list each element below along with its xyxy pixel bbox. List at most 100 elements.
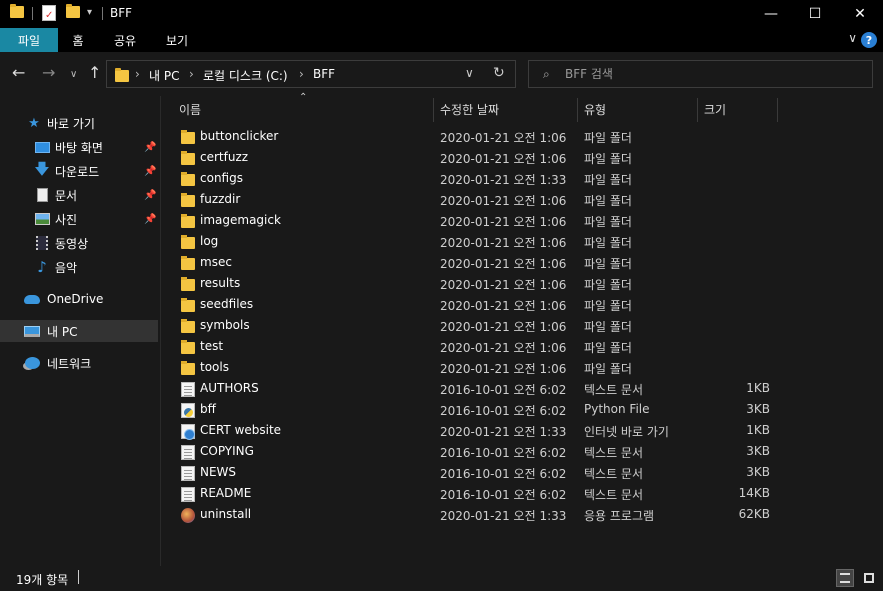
breadcrumb-chevron-icon[interactable]: › <box>299 67 304 81</box>
file-modified: 2020-01-21 오전 1:06 <box>440 278 567 292</box>
file-modified: 2020-01-21 오전 1:33 <box>440 509 567 523</box>
tab-home[interactable]: 홈 <box>62 28 94 52</box>
folder-icon <box>181 361 195 375</box>
column-header-type[interactable]: 유형 <box>584 96 694 122</box>
table-row[interactable]: uninstall 2020-01-21 오전 1:33 응용 프로그램 62KB <box>161 505 883 526</box>
table-row[interactable]: test 2020-01-21 오전 1:06 파일 폴더 <box>161 337 883 358</box>
table-row[interactable]: fuzzdir 2020-01-21 오전 1:06 파일 폴더 <box>161 190 883 211</box>
column-divider[interactable] <box>777 98 778 122</box>
table-row[interactable]: seedfiles 2020-01-21 오전 1:06 파일 폴더 <box>161 295 883 316</box>
column-divider[interactable] <box>577 98 578 122</box>
large-icons-view-button[interactable] <box>860 569 878 587</box>
recent-locations-chevron-icon[interactable]: ∨ <box>70 66 77 84</box>
file-size: 3KB <box>746 444 770 458</box>
table-row[interactable]: results 2020-01-21 오전 1:06 파일 폴더 <box>161 274 883 295</box>
table-row[interactable]: certfuzz 2020-01-21 오전 1:06 파일 폴더 <box>161 148 883 169</box>
breadcrumb-chevron-icon[interactable]: › <box>189 67 194 81</box>
table-row[interactable]: AUTHORS 2016-10-01 오전 6:02 텍스트 문서 1KB <box>161 379 883 400</box>
details-view-button[interactable] <box>836 569 854 587</box>
table-row[interactable]: bff 2016-10-01 오전 6:02 Python File 3KB <box>161 400 883 421</box>
folder-icon <box>181 298 195 312</box>
file-modified: 2020-01-21 오전 1:33 <box>440 173 567 187</box>
file-type: 파일 폴더 <box>584 278 632 292</box>
expand-ribbon-chevron-icon[interactable]: ∨ <box>848 31 857 45</box>
ribbon-tabs: 파일 홈 공유 보기 ∨ ? <box>0 28 883 52</box>
back-arrow-icon[interactable]: ← <box>12 64 25 82</box>
forward-arrow-icon[interactable]: → <box>42 64 55 82</box>
table-row[interactable]: symbols 2020-01-21 오전 1:06 파일 폴더 <box>161 316 883 337</box>
maximize-button[interactable]: ☐ <box>792 0 838 28</box>
file-name: fuzzdir <box>200 192 241 206</box>
pin-icon[interactable]: 📌 <box>144 142 156 153</box>
help-icon[interactable]: ? <box>861 32 877 48</box>
close-button[interactable]: ✕ <box>837 0 883 28</box>
breadcrumb-chevron-icon[interactable]: › <box>135 67 140 81</box>
column-header-modified[interactable]: 수정한 날짜 <box>440 96 580 122</box>
sidebar-item-label: 동영상 <box>55 236 89 251</box>
folder-icon[interactable] <box>10 4 24 18</box>
navigation-pane: ★ 바로 가기 바탕 화면 📌 🡇 다운로드 📌 문서 📌 사진 📌 동영상 ♪… <box>0 96 160 566</box>
table-row[interactable]: NEWS 2016-10-01 오전 6:02 텍스트 문서 3KB <box>161 463 883 484</box>
download-icon: 🡇 <box>34 159 50 178</box>
table-row[interactable]: buttonclicker 2020-01-21 오전 1:06 파일 폴더 <box>161 127 883 148</box>
text-document-icon <box>181 466 195 481</box>
table-row[interactable]: tools 2020-01-21 오전 1:06 파일 폴더 <box>161 358 883 379</box>
table-row[interactable]: README 2016-10-01 오전 6:02 텍스트 문서 14KB <box>161 484 883 505</box>
properties-icon[interactable]: ✓ <box>42 5 56 21</box>
computer-icon <box>24 323 40 339</box>
file-size: 1KB <box>746 423 770 437</box>
pin-icon[interactable]: 📌 <box>144 214 156 225</box>
sidebar-item-this-pc[interactable]: 내 PC <box>0 320 158 342</box>
file-name: results <box>200 276 241 290</box>
pin-icon[interactable]: 📌 <box>144 190 156 201</box>
table-row[interactable]: configs 2020-01-21 오전 1:33 파일 폴더 <box>161 169 883 190</box>
table-row[interactable]: imagemagick 2020-01-21 오전 1:06 파일 폴더 <box>161 211 883 232</box>
table-row[interactable]: log 2020-01-21 오전 1:06 파일 폴더 <box>161 232 883 253</box>
sidebar-item-pictures[interactable]: 사진 📌 <box>0 208 158 230</box>
table-row[interactable]: CERT website 2020-01-21 오전 1:33 인터넷 바로 가기 1… <box>161 421 883 442</box>
table-row[interactable]: COPYING 2016-10-01 오전 6:02 텍스트 문서 3KB <box>161 442 883 463</box>
column-divider[interactable] <box>697 98 698 122</box>
refresh-icon[interactable]: ↻ <box>493 65 505 81</box>
address-history-chevron-icon[interactable]: ∨ <box>465 66 474 80</box>
file-modified: 2020-01-21 오전 1:06 <box>440 362 567 376</box>
table-row[interactable]: msec 2020-01-21 오전 1:06 파일 폴더 <box>161 253 883 274</box>
up-arrow-icon[interactable]: ↑ <box>88 64 101 82</box>
sidebar-item-label: 문서 <box>55 188 78 203</box>
sidebar-item-documents[interactable]: 문서 📌 <box>0 184 158 206</box>
text-document-icon <box>181 445 195 460</box>
minimize-button[interactable]: — <box>748 0 794 28</box>
column-divider[interactable] <box>433 98 434 122</box>
sidebar-item-downloads[interactable]: 🡇 다운로드 📌 <box>0 160 158 182</box>
item-count: 19개 항목 <box>16 573 69 587</box>
sidebar-item-videos[interactable]: 동영상 <box>0 232 158 254</box>
file-name: log <box>200 234 219 248</box>
file-type: 파일 폴더 <box>584 131 632 145</box>
python-file-icon <box>181 403 195 418</box>
breadcrumb-bff[interactable]: BFF <box>313 67 335 81</box>
search-input[interactable] <box>565 65 855 83</box>
breadcrumb-local-disk[interactable]: 로컬 디스크 (C:) <box>203 67 288 84</box>
file-name: certfuzz <box>200 150 249 164</box>
folder-icon <box>181 340 195 354</box>
address-bar[interactable]: › 내 PC › 로컬 디스크 (C:) › BFF ∨ ↻ <box>106 60 516 88</box>
breadcrumb-this-pc[interactable]: 내 PC <box>149 67 179 84</box>
tab-file[interactable]: 파일 <box>0 28 58 52</box>
search-box[interactable]: ⌕ <box>528 60 873 88</box>
sidebar-item-desktop[interactable]: 바탕 화면 📌 <box>0 136 158 158</box>
column-header-size[interactable]: 크기 <box>704 96 774 122</box>
new-folder-icon[interactable] <box>66 4 80 18</box>
column-header-name[interactable]: 이름 <box>179 96 429 122</box>
customize-toolbar-chevron-icon[interactable]: ▾ <box>87 7 92 18</box>
pin-icon[interactable]: 📌 <box>144 166 156 177</box>
sidebar-item-music[interactable]: ♪ 음악 <box>0 256 158 278</box>
tab-share[interactable]: 공유 <box>104 28 146 52</box>
sidebar-item-onedrive[interactable]: OneDrive <box>0 288 158 310</box>
desktop-icon <box>34 139 50 155</box>
sidebar-item-quick-access[interactable]: ★ 바로 가기 <box>0 112 158 134</box>
sidebar-item-network[interactable]: 네트워크 <box>0 352 158 374</box>
file-name: imagemagick <box>200 213 281 227</box>
file-type: 파일 폴더 <box>584 341 632 355</box>
file-type: Python File <box>584 402 650 416</box>
tab-view[interactable]: 보기 <box>156 28 198 52</box>
